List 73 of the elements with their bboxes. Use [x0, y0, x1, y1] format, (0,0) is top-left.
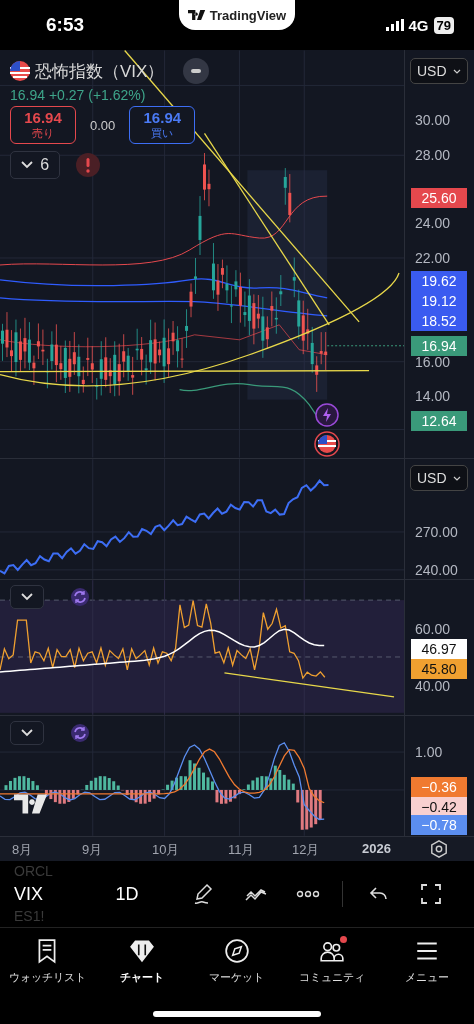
notification-dot [339, 936, 347, 943]
flag-icon [10, 61, 30, 81]
value-tag: −0.78 [411, 815, 467, 835]
spread-value: 0.00 [90, 117, 116, 133]
fullscreen-icon[interactable] [419, 882, 443, 906]
trend-line[interactable] [223, 672, 395, 698]
chevron-down-icon [21, 593, 33, 601]
price-tag: 18.52 [411, 311, 467, 331]
trend-line[interactable] [0, 370, 370, 373]
value-tag: 46.97 [411, 639, 467, 659]
chevron-down-icon [21, 729, 33, 737]
network-type: 4G [408, 16, 429, 34]
price-scale-label: 16.00 [415, 354, 451, 370]
price-tag: 12.64 [411, 411, 467, 431]
chevron-down-icon [453, 68, 461, 74]
price-scale-label: 270.00 [415, 524, 458, 540]
time-axis-label: 11月 [228, 841, 255, 859]
buy-button[interactable]: 16.94 買い [129, 106, 196, 144]
tab-bar-item[interactable]: マーケット [191, 938, 283, 985]
signal-icon [385, 19, 404, 31]
tab-bar-item[interactable]: メニュー [380, 938, 473, 985]
time-axis-label: 8月 [12, 841, 33, 859]
price-scale-label: 28.00 [415, 147, 451, 163]
refresh-icon[interactable] [70, 723, 90, 743]
symbol-picker-item[interactable]: VIX [14, 880, 43, 908]
compass-icon [224, 938, 250, 964]
indicators-toggle[interactable]: 6 [10, 151, 60, 179]
currency-dropdown[interactable]: USD [410, 465, 468, 491]
price-tag: 16.94 [411, 336, 467, 356]
tab-bar-item[interactable]: チャート [96, 938, 189, 985]
time-axis-label: 12月 [292, 841, 320, 859]
candlestick-icon [129, 938, 156, 964]
value-tag: 45.80 [411, 659, 467, 679]
logo-icon [187, 10, 206, 20]
price-scale-label: 14.00 [415, 388, 451, 404]
lightning-icon[interactable] [315, 403, 339, 427]
chevron-down-icon [20, 161, 33, 169]
collapse-pane-button[interactable] [10, 585, 44, 609]
collapse-pane-button[interactable] [10, 721, 44, 745]
price-scale-label: 24.00 [415, 215, 451, 231]
refresh-icon[interactable] [70, 587, 90, 607]
time-axis-label: 2026 [362, 841, 391, 856]
warning-icon[interactable] [76, 153, 100, 177]
tab-bar-item[interactable]: コミュニティ [285, 938, 378, 985]
price-scale-label: 240.00 [415, 562, 458, 578]
trend-curve[interactable] [0, 272, 400, 387]
price-scale-label: 1.00 [415, 744, 443, 760]
battery-level: 79 [433, 16, 454, 34]
status-time: 6:53 [46, 14, 85, 36]
price-scale-label: 22.00 [415, 250, 451, 266]
price-tag: 25.60 [411, 188, 467, 208]
sell-button[interactable]: 16.94 売り [10, 106, 76, 144]
time-axis-label: 9月 [82, 841, 103, 859]
price-tag: 19.12 [411, 291, 467, 311]
collapse-button[interactable] [183, 58, 210, 84]
price-change: 16.94 +0.27 (+1.62%) [10, 87, 147, 103]
value-tag: −0.36 [411, 777, 467, 797]
chevron-down-icon [453, 475, 461, 481]
value-tag: −0.42 [411, 797, 467, 817]
time-axis-label: 10月 [152, 841, 180, 859]
price-scale-label: 60.00 [415, 621, 451, 637]
interval-button[interactable]: 1D [102, 883, 152, 905]
currency-dropdown[interactable]: USD [410, 58, 468, 84]
trend-line[interactable] [203, 132, 330, 326]
price-scale-label: 30.00 [415, 112, 451, 128]
price-tag: 19.62 [411, 271, 467, 291]
minus-icon [191, 69, 202, 73]
app-pill[interactable]: TradingView [179, 0, 295, 30]
settings-icon[interactable] [430, 840, 448, 858]
tab-bar-item[interactable]: ウォッチリスト [1, 938, 94, 985]
flag-icon[interactable] [314, 431, 340, 457]
price-scale-label: 40.00 [415, 678, 451, 694]
logo-icon [14, 794, 48, 814]
